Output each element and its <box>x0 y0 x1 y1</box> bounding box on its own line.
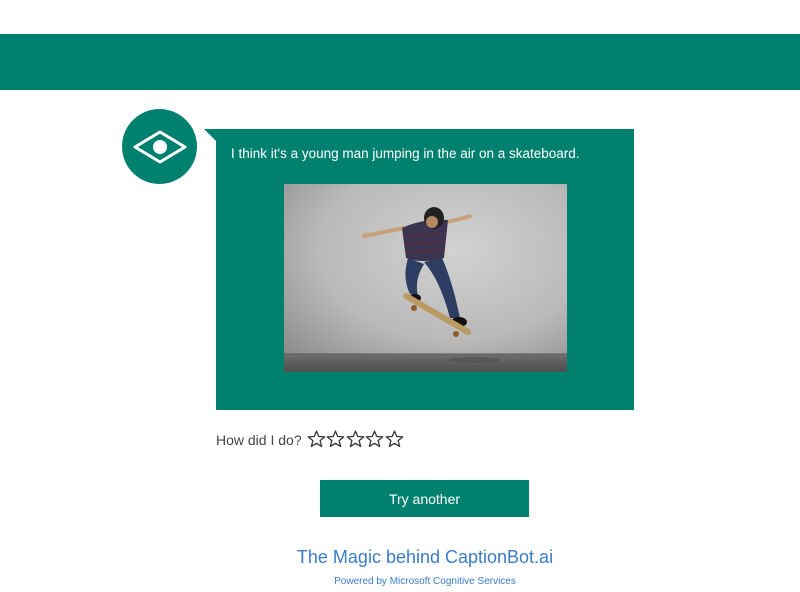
star-icon-2[interactable] <box>326 429 345 449</box>
try-another-button[interactable]: Try another <box>320 480 529 517</box>
eye-icon <box>133 130 186 163</box>
rating-stars <box>307 429 405 449</box>
star-icon-5[interactable] <box>385 429 404 449</box>
skateboarder-photo <box>284 184 567 372</box>
rating-row: How did I do? <box>216 425 404 449</box>
captionbot-avatar <box>122 109 197 184</box>
rating-label: How did I do? <box>216 432 302 448</box>
top-banner <box>0 34 800 90</box>
speech-bubble-tail <box>204 129 216 141</box>
powered-by-text: Powered by Microsoft Cognitive Services <box>334 576 516 587</box>
star-icon-4[interactable] <box>365 429 384 449</box>
star-icon-3[interactable] <box>346 429 365 449</box>
caption-text: I think it's a young man jumping in the … <box>231 146 580 161</box>
captionbot-page: I think it's a young man jumping in the … <box>0 0 800 592</box>
uploaded-photo <box>284 184 567 372</box>
magic-behind-link[interactable]: The Magic behind CaptionBot.ai <box>0 546 800 568</box>
star-icon-1[interactable] <box>307 429 326 449</box>
